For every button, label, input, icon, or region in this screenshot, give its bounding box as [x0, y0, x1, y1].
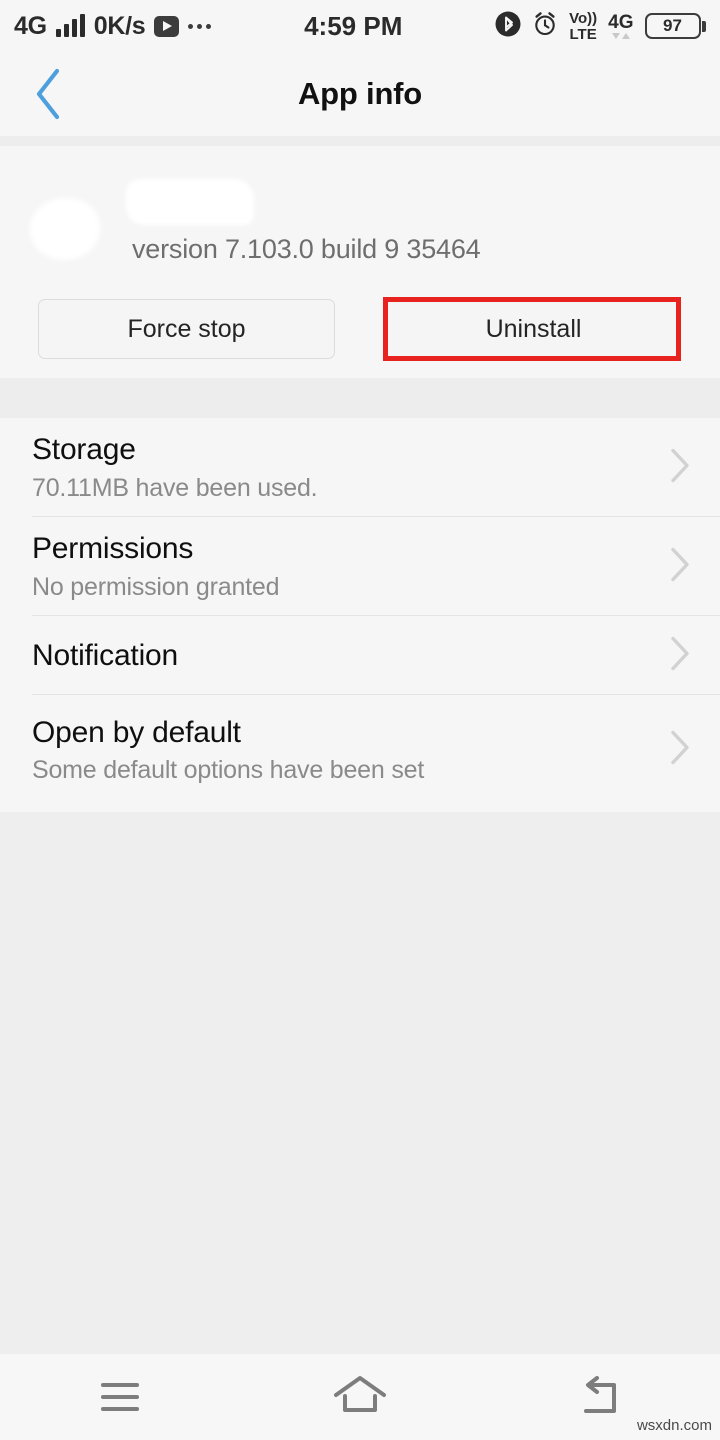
list-item-title: Storage	[32, 433, 136, 467]
data-traffic-arrows-icon	[611, 33, 630, 39]
app-settings-list: Storage 70.11MB have been used. Permissi…	[0, 418, 720, 805]
uninstall-button[interactable]: Uninstall	[386, 299, 681, 359]
list-item-title: Permissions	[32, 532, 194, 566]
empty-content-area	[0, 812, 720, 1354]
status-bar-right: Vo)) LTE 4G 97	[495, 11, 706, 42]
bluetooth-icon	[495, 11, 521, 42]
app-name-label	[126, 179, 254, 225]
list-item-subtitle: 70.11MB have been used.	[32, 473, 318, 502]
action-button-row: Force stop Uninstall	[0, 299, 720, 359]
status-bar-center: 4:59 PM	[211, 11, 495, 42]
app-summary-section: version 7.103.0 build 9 35464 Force stop…	[0, 146, 720, 378]
chevron-right-icon	[668, 634, 692, 677]
system-navigation-bar	[0, 1354, 720, 1440]
more-dots-icon	[188, 23, 212, 29]
status-bar-clock: 4:59 PM	[304, 10, 403, 41]
battery-icon: 97	[644, 13, 706, 39]
volte-indicator: Vo)) LTE	[569, 11, 597, 42]
network-type-right-indicator: 4G	[608, 12, 634, 39]
list-section-separator	[0, 378, 720, 418]
appbar-section-separator	[0, 136, 720, 146]
signal-bars-icon	[55, 14, 85, 37]
source-watermark: wsxdn.com	[636, 1417, 712, 1434]
list-item-storage[interactable]: Storage 70.11MB have been used.	[0, 418, 720, 517]
back-arrow-icon	[574, 1373, 626, 1422]
app-version-label: version 7.103.0 build 9 35464	[132, 234, 481, 264]
list-item-open-by-default[interactable]: Open by default Some default options hav…	[0, 695, 720, 805]
list-item-notification[interactable]: Notification	[0, 616, 720, 695]
list-item-title: Notification	[32, 638, 179, 672]
chevron-right-icon	[668, 446, 692, 489]
play-icon	[154, 15, 180, 37]
home-button[interactable]	[240, 1354, 480, 1440]
alarm-clock-icon	[532, 11, 558, 42]
menu-icon	[101, 1383, 139, 1411]
list-item-permissions[interactable]: Permissions No permission granted	[0, 517, 720, 616]
data-rate-label: 0K/s	[93, 11, 146, 40]
list-item-subtitle: Some default options have been set	[32, 756, 425, 785]
list-item-subtitle: No permission granted	[32, 572, 280, 601]
page-title: App info	[297, 76, 423, 111]
network-type-label: 4G	[14, 11, 47, 40]
recents-button[interactable]	[0, 1354, 240, 1440]
chevron-right-icon	[668, 545, 692, 588]
app-bar: App info	[0, 52, 720, 136]
volte-top-label: Vo))	[569, 9, 598, 27]
battery-level-label: 97	[663, 16, 682, 35]
network-type-right-label: 4G	[608, 12, 634, 33]
home-icon	[331, 1373, 389, 1422]
app-info-screen: 4G 0K/s 4:59 PM Vo)) LTE 4G 97 App info …	[0, 0, 720, 1440]
app-icon	[30, 198, 100, 260]
status-bar: 4G 0K/s 4:59 PM Vo)) LTE 4G 97	[0, 0, 720, 52]
force-stop-button[interactable]: Force stop	[38, 299, 335, 359]
status-bar-left: 4G 0K/s	[14, 11, 212, 40]
chevron-right-icon	[668, 729, 692, 772]
volte-bottom-label: LTE	[569, 25, 597, 43]
list-item-title: Open by default	[32, 715, 241, 749]
